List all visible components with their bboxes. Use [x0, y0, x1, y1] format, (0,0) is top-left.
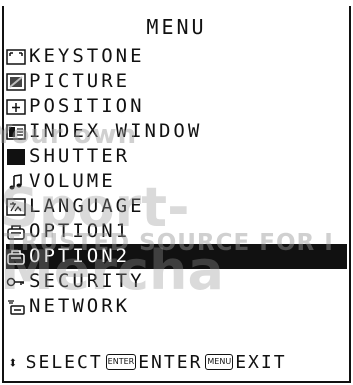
menu-item-position[interactable]: POSITION [6, 94, 347, 119]
menu-item-label: OPTION2 [29, 245, 131, 267]
menu-item-label: INDEX WINDOW [29, 120, 203, 142]
menu-footer: ⬍ SELECT ENTER ENTER MENU EXIT [8, 350, 349, 374]
up-down-arrow-icon: ⬍ [8, 352, 20, 372]
projector-menu: MENU KEYSTONE PICTURE POSITION INDEX WIN… [2, 6, 351, 383]
exit-label: EXIT [235, 351, 287, 373]
menu-item-shutter[interactable]: SHUTTER [6, 144, 347, 169]
menu-item-label: POSITION [29, 95, 145, 117]
menu-item-picture[interactable]: PICTURE [6, 69, 347, 94]
menu-item-label: SHUTTER [29, 145, 131, 167]
key-icon [6, 273, 26, 291]
menu-item-security[interactable]: SECURITY [6, 269, 347, 294]
menu-item-label: PICTURE [29, 70, 131, 92]
language-icon [6, 197, 26, 216]
menu-item-index-window[interactable]: INDEX WINDOW [6, 119, 347, 144]
menu-item-volume[interactable]: VOLUME [6, 169, 347, 194]
option-icon [6, 248, 26, 266]
network-icon [6, 298, 26, 316]
divider [4, 346, 349, 348]
select-label: SELECT [25, 351, 103, 373]
menu-item-label: LANGUAGE [29, 195, 145, 217]
menu-item-option1[interactable]: OPTION1 [6, 219, 347, 244]
keystone-icon [6, 48, 26, 66]
picture-icon [6, 72, 26, 91]
enter-label: ENTER [138, 351, 203, 373]
menu-item-option2[interactable]: OPTION2 [6, 244, 347, 269]
menu-item-label: VOLUME [29, 170, 116, 192]
menu-item-language[interactable]: LANGUAGE [6, 194, 347, 219]
shutter-icon [6, 148, 26, 166]
menu-item-label: SECURITY [29, 270, 145, 292]
menu-item-label: KEYSTONE [29, 45, 145, 67]
position-icon [6, 98, 26, 116]
menu-title: MENU [146, 15, 207, 39]
volume-icon [6, 173, 26, 191]
menu-item-network[interactable]: NETWORK [6, 294, 347, 319]
menu-item-label: NETWORK [29, 295, 131, 317]
menu-key-icon: MENU [205, 354, 234, 370]
enter-key-icon: ENTER [105, 354, 137, 370]
menu-item-keystone[interactable]: KEYSTONE [6, 44, 347, 69]
index-window-icon [6, 123, 26, 141]
menu-item-label: OPTION1 [29, 220, 131, 242]
option-icon [6, 223, 26, 241]
